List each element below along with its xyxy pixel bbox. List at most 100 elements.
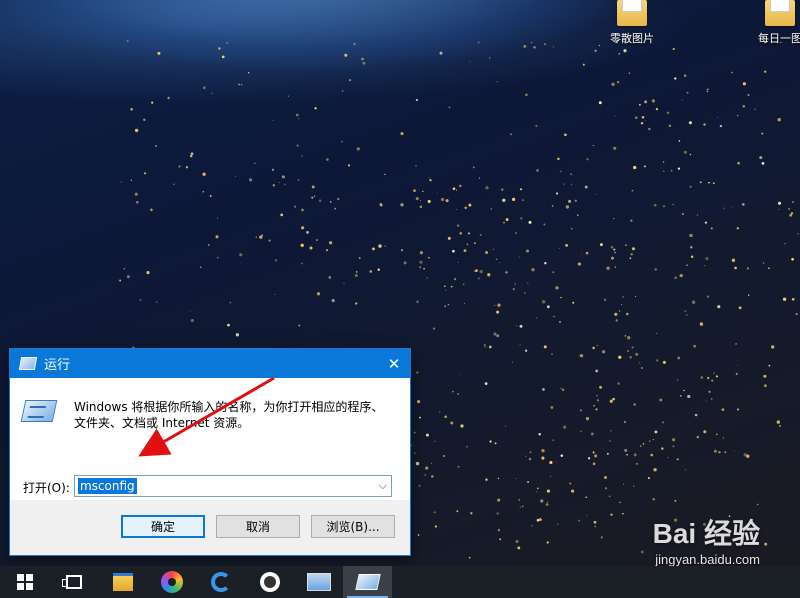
- ok-button[interactable]: 确定: [121, 515, 205, 538]
- city-light: [460, 373, 462, 375]
- city-light: [427, 256, 430, 259]
- city-light: [247, 72, 250, 74]
- obs-icon: [259, 572, 280, 592]
- file-explorer-button[interactable]: [98, 566, 147, 598]
- city-light: [229, 301, 232, 304]
- city-light: [202, 172, 206, 176]
- city-light: [622, 296, 624, 298]
- city-light: [419, 251, 423, 255]
- browse-button[interactable]: 浏览(B)...: [311, 515, 395, 538]
- city-light: [185, 166, 189, 169]
- edge-button[interactable]: [196, 566, 245, 598]
- city-light: [734, 266, 737, 270]
- city-light: [523, 292, 526, 294]
- city-light: [211, 92, 213, 95]
- city-light: [328, 241, 333, 245]
- city-light: [623, 483, 624, 485]
- city-light: [689, 153, 692, 156]
- open-input-value[interactable]: msconfig: [78, 478, 137, 494]
- city-light: [662, 360, 666, 364]
- city-light: [557, 523, 559, 525]
- city-light: [625, 244, 627, 246]
- app-ring-button[interactable]: [147, 566, 196, 598]
- city-light: [510, 133, 512, 136]
- city-light: [519, 506, 522, 508]
- city-light: [652, 439, 654, 441]
- city-light: [415, 197, 419, 201]
- monitor-app-button[interactable]: [294, 566, 343, 598]
- city-light: [494, 304, 496, 306]
- city-light: [497, 477, 500, 480]
- city-light: [429, 179, 432, 182]
- city-light: [496, 512, 499, 515]
- city-light: [457, 393, 459, 395]
- city-light: [696, 435, 700, 439]
- city-light: [614, 251, 617, 254]
- run-app-button[interactable]: [343, 566, 392, 598]
- city-light: [715, 375, 718, 378]
- city-light: [600, 536, 603, 539]
- city-light: [592, 346, 595, 350]
- city-light: [717, 305, 721, 309]
- desktop-icon-folder-1[interactable]: 零散图片: [597, 0, 667, 46]
- city-light: [654, 268, 657, 271]
- cancel-button[interactable]: 取消: [216, 515, 300, 538]
- city-light: [202, 86, 206, 90]
- city-light: [614, 312, 618, 316]
- city-light: [613, 146, 617, 150]
- city-light: [311, 196, 314, 199]
- city-light: [331, 299, 335, 303]
- run-dialog-body: Windows 将根据你所输入的名称，为你打开相应的程序、文件夹、文档或 Int…: [10, 378, 410, 500]
- city-light: [417, 534, 420, 536]
- city-light: [356, 147, 360, 151]
- close-button[interactable]: ✕: [378, 349, 410, 378]
- city-light: [644, 120, 646, 122]
- desktop-icon-label: 零散图片: [610, 32, 654, 45]
- city-light: [587, 457, 591, 460]
- city-light: [710, 398, 713, 400]
- city-light: [452, 249, 455, 253]
- city-light: [718, 451, 721, 454]
- city-light: [580, 430, 582, 433]
- run-dialog-titlebar[interactable]: 运行 ✕: [10, 349, 410, 378]
- city-light: [484, 345, 486, 348]
- city-light: [687, 394, 691, 399]
- city-light: [684, 310, 687, 313]
- city-light: [485, 478, 488, 481]
- city-light: [778, 208, 780, 210]
- city-light: [472, 166, 475, 169]
- open-combobox[interactable]: msconfig ⌵: [74, 475, 392, 497]
- city-light: [595, 193, 597, 195]
- city-light: [453, 277, 457, 281]
- city-light: [434, 525, 438, 528]
- city-light: [574, 199, 577, 202]
- start-button[interactable]: [0, 566, 49, 598]
- city-light: [235, 333, 240, 337]
- city-light: [595, 408, 598, 411]
- city-light: [415, 165, 417, 167]
- city-light: [497, 498, 501, 502]
- city-light: [651, 99, 656, 103]
- city-light: [756, 503, 759, 506]
- city-light: [460, 424, 464, 428]
- city-light: [623, 49, 627, 53]
- run-icon: [20, 400, 58, 422]
- city-light: [120, 181, 122, 183]
- city-light: [640, 122, 644, 125]
- city-light: [517, 546, 521, 550]
- city-light: [668, 124, 672, 127]
- city-light: [467, 232, 470, 235]
- city-light: [496, 81, 498, 83]
- chevron-down-icon[interactable]: ⌵: [379, 479, 387, 493]
- obs-button[interactable]: [245, 566, 294, 598]
- city-light: [649, 440, 651, 442]
- city-light: [512, 287, 515, 291]
- desktop-icon-folder-2[interactable]: 每日一图: [745, 0, 800, 46]
- city-light: [433, 511, 436, 514]
- task-view-button[interactable]: [49, 566, 98, 598]
- city-light: [316, 292, 321, 296]
- city-light: [594, 454, 598, 458]
- folder-icon: [617, 0, 647, 26]
- city-light: [620, 303, 623, 306]
- city-light: [271, 168, 275, 171]
